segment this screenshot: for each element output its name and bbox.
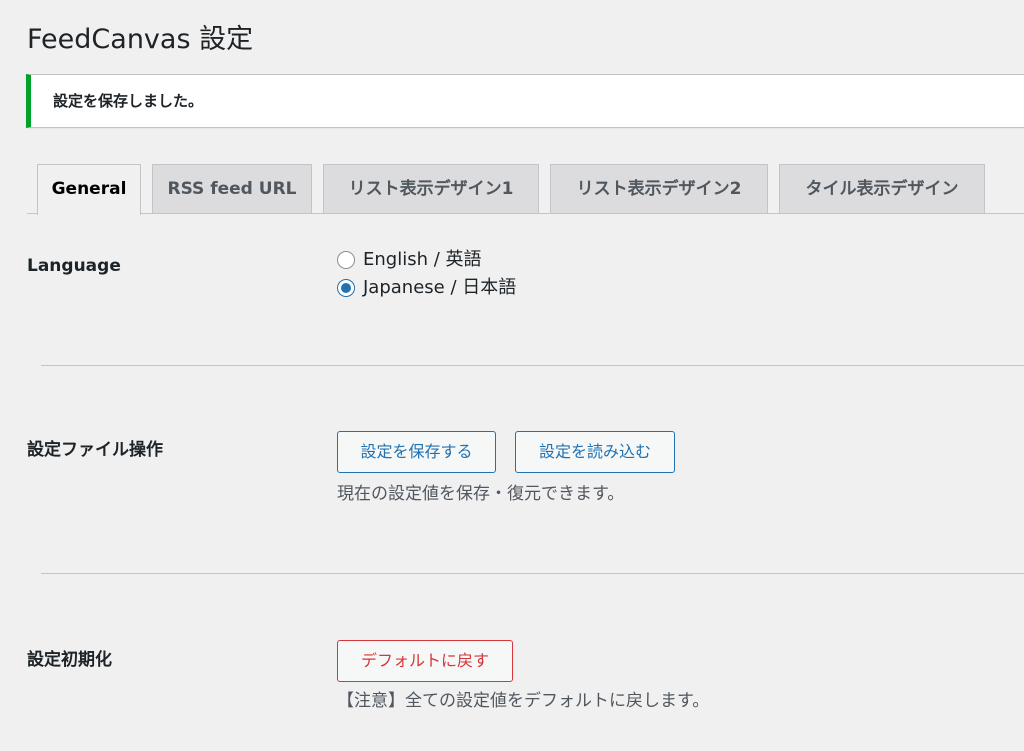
tab-list-design-1[interactable]: リスト表示デザイン1	[323, 164, 539, 213]
settings-file-label: 設定ファイル操作	[27, 440, 163, 460]
tab-list-design-2[interactable]: リスト表示デザイン2	[550, 164, 768, 213]
section-divider	[41, 365, 1024, 366]
load-settings-button[interactable]: 設定を読み込む	[515, 431, 675, 473]
tab-rss-feed-url[interactable]: RSS feed URL	[152, 164, 312, 213]
notice-message: 設定を保存しました。	[53, 92, 204, 110]
reset-defaults-button[interactable]: デフォルトに戻す	[337, 640, 513, 682]
reset-label: 設定初期化	[27, 650, 112, 670]
reset-description: 【注意】全ての設定値をデフォルトに戻します。	[337, 691, 710, 711]
settings-file-description: 現在の設定値を保存・復元できます。	[337, 484, 625, 504]
radio-option-english[interactable]: English / 英語	[337, 248, 482, 272]
tab-tile-design[interactable]: タイル表示デザイン	[779, 164, 985, 213]
tab-general[interactable]: General	[37, 164, 141, 215]
save-settings-button[interactable]: 設定を保存する	[337, 431, 496, 473]
radio-option-japanese[interactable]: Japanese / 日本語	[337, 276, 516, 300]
section-divider	[41, 573, 1024, 574]
radio-japanese[interactable]	[337, 279, 355, 297]
settings-page: FeedCanvas 設定 設定を保存しました。 General RSS fee…	[0, 0, 1024, 751]
success-notice: 設定を保存しました。	[26, 74, 1024, 128]
radio-english[interactable]	[337, 251, 355, 269]
page-title: FeedCanvas 設定	[27, 24, 254, 55]
settings-tabs: General RSS feed URL リスト表示デザイン1 リスト表示デザイ…	[27, 164, 1024, 215]
radio-english-label[interactable]: English / 英語	[363, 248, 482, 272]
radio-japanese-label[interactable]: Japanese / 日本語	[363, 276, 516, 300]
language-label: Language	[27, 256, 121, 276]
